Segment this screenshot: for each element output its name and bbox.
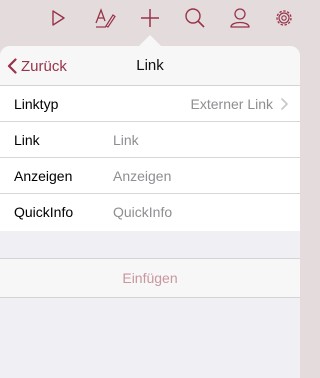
linktyp-row[interactable]: Linktyp Externer Link <box>0 86 300 122</box>
plus-icon[interactable] <box>138 6 162 30</box>
anzeigen-label: Anzeigen <box>14 168 73 184</box>
person-icon[interactable] <box>228 6 252 30</box>
insert-button[interactable]: Einfügen <box>0 258 300 298</box>
search-icon[interactable] <box>183 6 207 30</box>
quickinfo-label: QuickInfo <box>14 204 74 220</box>
toolbar <box>0 0 300 36</box>
quickinfo-input[interactable] <box>113 204 283 220</box>
back-label: Zurück <box>21 57 67 75</box>
text-format-icon[interactable] <box>93 6 117 30</box>
linktyp-label: Linktyp <box>14 96 59 112</box>
gear-icon[interactable] <box>272 6 296 30</box>
quickinfo-row: QuickInfo <box>0 194 300 230</box>
link-label: Link <box>14 132 40 148</box>
link-form: Linktyp Externer Link Link Anzeigen Quic… <box>0 86 300 231</box>
link-popover: Zurück Link Linktyp Externer Link Link A… <box>0 46 300 378</box>
play-icon[interactable] <box>46 6 70 30</box>
linktyp-value: Externer Link <box>190 96 273 112</box>
chevron-left-icon <box>7 58 17 74</box>
insert-label: Einfügen <box>122 270 178 286</box>
anzeigen-input[interactable] <box>113 168 283 184</box>
chevron-right-icon <box>281 98 288 110</box>
popover-nav-bar: Zurück Link <box>0 46 300 86</box>
link-row: Link <box>0 122 300 158</box>
anzeigen-row: Anzeigen <box>0 158 300 194</box>
back-button[interactable]: Zurück <box>7 46 67 86</box>
link-input[interactable] <box>113 132 283 148</box>
